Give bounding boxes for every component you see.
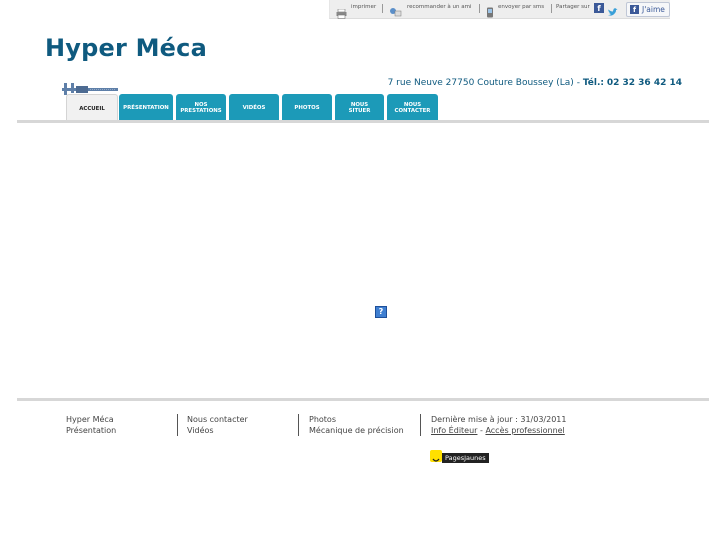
facebook-icon[interactable]: f [594, 3, 604, 13]
sms-link[interactable]: envoyer par sms [498, 4, 544, 10]
last-updated: Dernière mise à jour : 31/03/2011 [431, 415, 567, 424]
footer-link-videos[interactable]: Vidéos [187, 425, 248, 436]
tab-videos[interactable]: VIDÉOS [229, 94, 279, 121]
tab-presentation[interactable]: PRÉSENTATION [119, 94, 173, 121]
phone-sms-icon[interactable] [486, 3, 494, 18]
share-label: Partager sur [556, 4, 590, 10]
footer-link-mecanique[interactable]: Mécanique de précision [309, 425, 404, 436]
toolbar-separator [382, 4, 383, 13]
missing-plugin-icon[interactable]: ? [375, 306, 387, 318]
like-label: J'aime [642, 5, 665, 14]
address-text: 7 rue Neuve 27750 Couture Boussey (La) [387, 78, 574, 88]
phone-label: Tél.: [582, 78, 604, 88]
phone-number: 02 32 36 42 14 [606, 78, 682, 88]
share-toolbar: imprimer recommander à un ami envoyer pa… [329, 0, 670, 19]
footer-link-contact[interactable]: Nous contacter [187, 414, 248, 425]
contact-address: 7 rue Neuve 27750 Couture Boussey (La) -… [388, 78, 682, 88]
tab-accueil[interactable]: ACCUEIL [66, 94, 118, 122]
footer-separator [177, 414, 178, 436]
tab-nos-prestations[interactable]: NOS PRESTATIONS [176, 94, 226, 121]
footer-separator [298, 414, 299, 436]
footer-separator [420, 414, 421, 436]
footer-link-photos[interactable]: Photos [309, 414, 404, 425]
tab-photos[interactable]: PHOTOS [282, 94, 332, 121]
tab-nous-contacter[interactable]: NOUS CONTACTER [387, 94, 438, 121]
footer-column-2: Nous contacter Vidéos [187, 414, 248, 436]
footer-column-3: Photos Mécanique de précision [309, 414, 404, 436]
footer-divider [17, 398, 709, 401]
footer-column-1: Hyper Méca Présentation [66, 414, 116, 436]
recommend-link[interactable]: recommander à un ami [407, 4, 471, 10]
toolbar-separator [551, 4, 552, 13]
footer-dash: - [480, 426, 483, 435]
toolbar-separator [479, 4, 480, 13]
acces-professionnel-link[interactable]: Accès professionnel [485, 426, 564, 435]
tab-nous-situer[interactable]: NOUS SITUER [335, 94, 384, 121]
site-title[interactable]: Hyper Méca [45, 34, 207, 62]
printer-icon[interactable] [336, 4, 347, 19]
recommend-icon[interactable] [389, 3, 402, 17]
info-editeur-link[interactable]: Info Éditeur [431, 426, 477, 435]
print-link[interactable]: imprimer [351, 4, 376, 10]
footer-link-home[interactable]: Hyper Méca [66, 414, 116, 425]
facebook-icon: f [630, 5, 639, 14]
header-divider [17, 120, 709, 123]
pagesjaunes-logo[interactable]: PagesJaunes [430, 450, 495, 464]
facebook-like-button[interactable]: f J'aime [626, 2, 670, 17]
footer-link-presentation[interactable]: Présentation [66, 425, 116, 436]
footer-column-4: Dernière mise à jour : 31/03/2011 Info É… [431, 414, 566, 436]
pagesjaunes-label: PagesJaunes [442, 453, 489, 463]
pagesjaunes-smiley-icon [430, 450, 442, 462]
twitter-icon[interactable] [607, 3, 618, 16]
